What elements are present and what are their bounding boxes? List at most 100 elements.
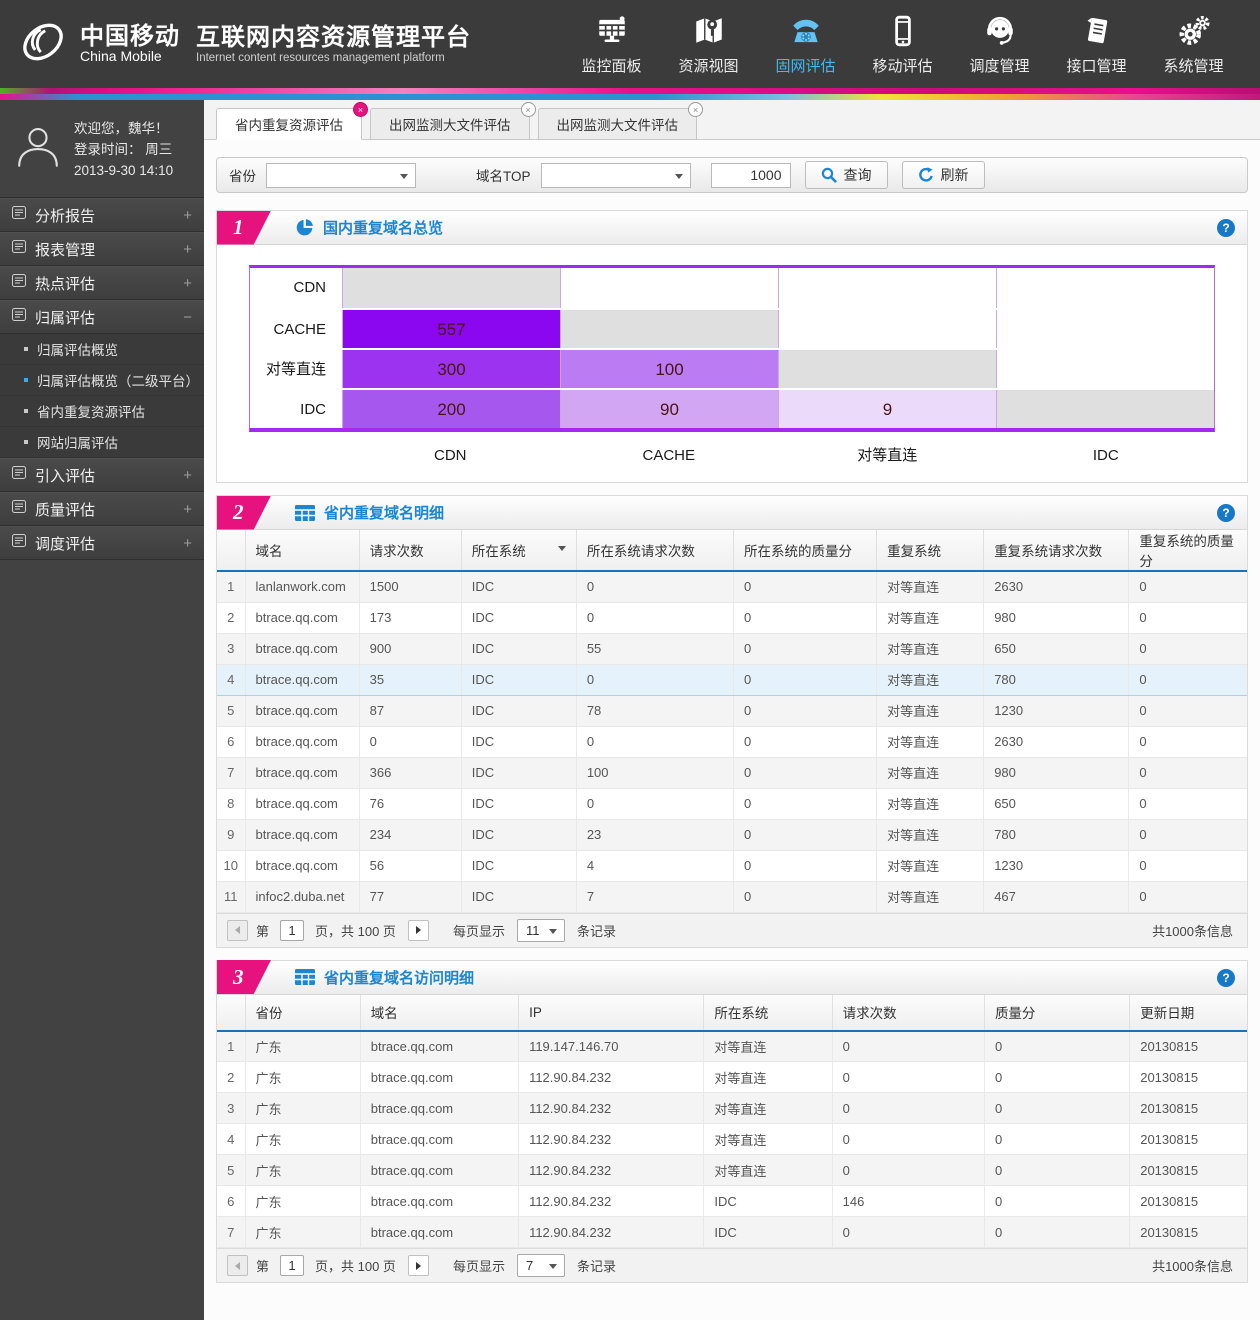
nav-item-fixed-network-eval[interactable]: 固网评估 xyxy=(757,0,854,88)
document-icon xyxy=(1080,12,1114,48)
table-row[interactable]: 3 btrace.qq.com 900 IDC 55 0 对等直连 650 0 xyxy=(217,633,1247,664)
help-icon[interactable]: ? xyxy=(1217,504,1235,522)
table-row[interactable]: 1 广东 btrace.qq.com 119.147.146.70 对等直连 0… xyxy=(217,1031,1247,1062)
cell-system-quality: 0 xyxy=(733,757,876,788)
nav-item-monitor[interactable]: 监控面板 xyxy=(563,0,660,88)
access-detail-table: 省份 域名 IP 所在系统 请求次数 质量分 更新日期 1 广东 btrace.… xyxy=(217,995,1247,1249)
cell-system: IDC xyxy=(704,1186,832,1217)
table-row[interactable]: 5 btrace.qq.com 87 IDC 78 0 对等直连 1230 0 xyxy=(217,695,1247,726)
domain-top-select[interactable] xyxy=(541,163,691,188)
sidebar-group-item[interactable]: 分析报告 + xyxy=(0,198,204,232)
sidebar-group-item[interactable]: 质量评估 + xyxy=(0,492,204,526)
cell-domain: btrace.qq.com xyxy=(245,788,359,819)
table-row[interactable]: 10 btrace.qq.com 56 IDC 4 0 对等直连 1230 0 xyxy=(217,850,1247,881)
expand-toggle-icon[interactable]: + xyxy=(183,467,192,484)
nav-item-system-mgmt[interactable]: 系统管理 xyxy=(1145,0,1242,88)
sidebar-group-item[interactable]: 归属评估 − xyxy=(0,300,204,334)
help-icon[interactable]: ? xyxy=(1217,969,1235,987)
col-header-system[interactable]: 所在系统 xyxy=(461,530,576,571)
matrix-cell: 100 xyxy=(560,350,778,388)
table-row[interactable]: 6 btrace.qq.com 0 IDC 0 0 对等直连 2630 0 xyxy=(217,726,1247,757)
table-row[interactable]: 4 btrace.qq.com 35 IDC 0 0 对等直连 780 0 xyxy=(217,664,1247,695)
sidebar-group-item[interactable]: 热点评估 + xyxy=(0,266,204,300)
close-icon[interactable]: × xyxy=(688,102,703,117)
prev-page-button[interactable] xyxy=(227,1255,248,1276)
cell-system-requests: 0 xyxy=(576,788,733,819)
cell-system: IDC xyxy=(461,664,576,695)
help-icon[interactable]: ? xyxy=(1217,219,1235,237)
expand-toggle-icon[interactable]: + xyxy=(183,275,192,292)
cell-dup-system: 对等直连 xyxy=(877,850,984,881)
per-page-select[interactable]: 11 xyxy=(517,919,565,942)
table-row[interactable]: 2 广东 btrace.qq.com 112.90.84.232 对等直连 0 … xyxy=(217,1062,1247,1093)
top-n-input[interactable] xyxy=(711,163,791,188)
table-row[interactable]: 1 lanlanwork.com 1500 IDC 0 0 对等直连 2630 … xyxy=(217,571,1247,602)
nav-item-interface-mgmt[interactable]: 接口管理 xyxy=(1048,0,1145,88)
cell-ip: 119.147.146.70 xyxy=(519,1031,704,1062)
per-page-select[interactable]: 7 xyxy=(517,1254,565,1277)
expand-toggle-icon[interactable]: + xyxy=(183,241,192,258)
table-row[interactable]: 11 infoc2.duba.net 77 IDC 7 0 对等直连 467 0 xyxy=(217,881,1247,912)
next-page-button[interactable] xyxy=(408,920,429,941)
table-row[interactable]: 9 btrace.qq.com 234 IDC 23 0 对等直连 780 0 xyxy=(217,819,1247,850)
page-number-input[interactable] xyxy=(280,1255,304,1276)
col-header-domain: 域名 xyxy=(360,995,518,1031)
doc-list-icon xyxy=(12,240,26,258)
nav-item-mobile-eval[interactable]: 移动评估 xyxy=(854,0,951,88)
sidebar-sub-item[interactable]: 省内重复资源评估 xyxy=(0,396,204,427)
cell-dup-system: 对等直连 xyxy=(877,881,984,912)
cell-requests: 1500 xyxy=(359,571,461,602)
cell-dup-quality: 0 xyxy=(1129,881,1247,912)
search-button[interactable]: 查询 xyxy=(805,161,888,189)
cell-requests: 87 xyxy=(359,695,461,726)
table-row[interactable]: 7 广东 btrace.qq.com 112.90.84.232 IDC 0 0… xyxy=(217,1217,1247,1248)
page-number-input[interactable] xyxy=(280,920,304,941)
duplicate-domain-table: 域名 请求次数 所在系统 所在系统请求次数 所在系统的质量分 重复系统 重复系统… xyxy=(217,530,1247,913)
table-row[interactable]: 4 广东 btrace.qq.com 112.90.84.232 对等直连 0 … xyxy=(217,1124,1247,1155)
close-icon[interactable]: × xyxy=(353,102,368,117)
next-page-button[interactable] xyxy=(408,1255,429,1276)
prev-page-button[interactable] xyxy=(227,920,248,941)
nav-item-resource-view[interactable]: 资源视图 xyxy=(660,0,757,88)
expand-toggle-icon[interactable]: − xyxy=(183,309,192,326)
avatar xyxy=(14,123,62,176)
sidebar-group-item[interactable]: 报表管理 + xyxy=(0,232,204,266)
cell-province: 广东 xyxy=(245,1217,360,1248)
sidebar-sub-item-label: 归属评估概览 xyxy=(37,339,118,359)
sidebar-group-item[interactable]: 引入评估 + xyxy=(0,458,204,492)
cell-requests: 366 xyxy=(359,757,461,788)
filter-dropdown-icon[interactable] xyxy=(558,546,566,551)
tab-outbound-bigfile-eval-1[interactable]: 出网监测大文件评估 × xyxy=(370,108,530,140)
expand-toggle-icon[interactable]: + xyxy=(183,535,192,552)
table-row[interactable]: 5 广东 btrace.qq.com 112.90.84.232 对等直连 0 … xyxy=(217,1155,1247,1186)
nav-label: 接口管理 xyxy=(1066,55,1126,76)
cell-system-requests: 78 xyxy=(576,695,733,726)
sidebar-sub-item[interactable]: 归属评估概览 xyxy=(0,334,204,365)
expand-toggle-icon[interactable]: + xyxy=(183,207,192,224)
sidebar-sub-item[interactable]: 网站归属评估 xyxy=(0,427,204,458)
cell-requests: 173 xyxy=(359,602,461,633)
nav-item-dispatch-mgmt[interactable]: 调度管理 xyxy=(951,0,1048,88)
close-icon[interactable]: × xyxy=(521,102,536,117)
bullet-dot-icon xyxy=(24,409,28,413)
table-row[interactable]: 3 广东 btrace.qq.com 112.90.84.232 对等直连 0 … xyxy=(217,1093,1247,1124)
cell-dup-quality: 0 xyxy=(1129,571,1247,602)
section-number-badge: 3 xyxy=(217,960,271,994)
province-select[interactable] xyxy=(266,163,416,188)
col-header-ip: IP xyxy=(519,995,704,1031)
tab-outbound-bigfile-eval-2[interactable]: 出网监测大文件评估 × xyxy=(538,108,698,140)
table-row[interactable]: 2 btrace.qq.com 173 IDC 0 0 对等直连 980 0 xyxy=(217,602,1247,633)
expand-toggle-icon[interactable]: + xyxy=(183,501,192,518)
sidebar-sub-item[interactable]: 归属评估概览（二级平台） xyxy=(0,365,204,396)
sidebar-group-item[interactable]: 调度评估 + xyxy=(0,526,204,560)
tab-province-duplicate-eval[interactable]: 省内重复资源评估 × xyxy=(216,108,362,140)
sidebar-item-label: 热点评估 xyxy=(35,273,183,294)
refresh-button[interactable]: 刷新 xyxy=(902,161,985,189)
col-header-domain: 域名 xyxy=(245,530,359,571)
table-row[interactable]: 7 btrace.qq.com 366 IDC 100 0 对等直连 980 0 xyxy=(217,757,1247,788)
table-row[interactable]: 6 广东 btrace.qq.com 112.90.84.232 IDC 146… xyxy=(217,1186,1247,1217)
monitor-dashboard-icon xyxy=(595,12,629,48)
cell-system: 对等直连 xyxy=(704,1093,832,1124)
cell-domain: btrace.qq.com xyxy=(245,664,359,695)
table-row[interactable]: 8 btrace.qq.com 76 IDC 0 0 对等直连 650 0 xyxy=(217,788,1247,819)
